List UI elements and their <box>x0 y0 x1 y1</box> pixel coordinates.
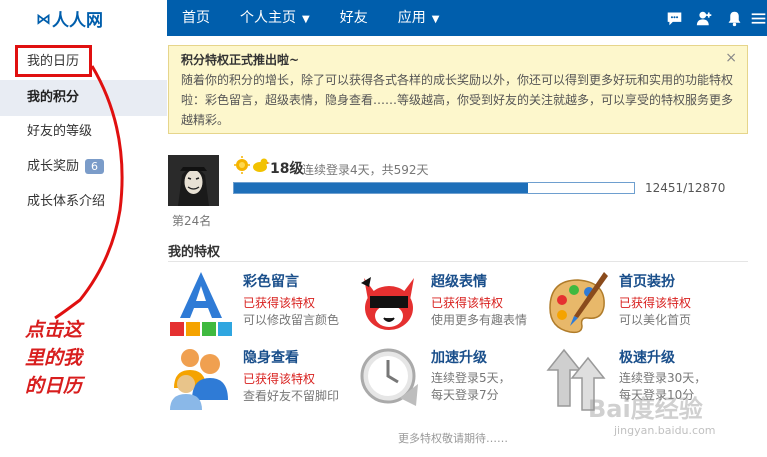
chevron-down-icon: ▼ <box>431 14 440 25</box>
paint-palette-icon <box>544 268 610 338</box>
logo-area[interactable]: ⋈ 人人网 <box>0 0 167 36</box>
privilege-desc: 可以修改留言颜色 <box>243 313 340 327</box>
baidu-watermark-url: jingyan.baidu.com <box>614 424 716 437</box>
menu-icon[interactable] <box>749 0 767 36</box>
logo-text: 人人网 <box>52 11 103 31</box>
privilege-title: 首页装扮 <box>619 274 675 290</box>
sidebar-item-growth-intro[interactable]: 成长体系介绍 <box>0 184 167 220</box>
privilege-colored-message[interactable]: 彩色留言 已获得该特权 可以修改留言颜色 <box>168 268 348 338</box>
sidebar-item-growth-rewards[interactable]: 成长奖励 6 <box>0 149 167 185</box>
level-value: 18级 <box>270 161 304 177</box>
privilege-title: 超级表情 <box>431 274 487 290</box>
privilege-desc: 查看好友不留脚印 <box>243 389 340 403</box>
annotation-text: 点击这 里的我 的日历 <box>25 319 83 397</box>
sidebar-item-my-points[interactable]: 我的积分 <box>0 80 167 116</box>
avatar[interactable] <box>168 155 219 206</box>
privilege-status: 已获得该特权 <box>619 296 692 310</box>
progress-text: 12451/12870 <box>645 181 726 195</box>
letter-a-icon <box>168 268 234 338</box>
more-privileges-text: 更多特权敬请期待…… <box>398 432 508 445</box>
notice-title: 积分特权正式推出啦~ <box>181 53 300 67</box>
rank-label: 第24名 <box>172 214 212 228</box>
level-badge-icon <box>234 156 270 174</box>
privilege-invisible-view[interactable]: 隐身查看 已获得该特权 查看好友不留脚印 <box>168 344 348 414</box>
nav-apps[interactable]: 应用 ▼ <box>383 0 455 36</box>
top-navigation-bar: ⋈ 人人网 首页 个人主页 ▼ 好友 应用 ▼ <box>0 0 767 36</box>
privilege-status: 已获得该特权 <box>431 296 504 310</box>
progress-fill <box>234 183 528 193</box>
divider <box>168 261 748 262</box>
main-nav: 首页 个人主页 ▼ 好友 应用 ▼ <box>167 0 454 36</box>
add-friend-icon[interactable] <box>689 0 719 36</box>
nav-friends[interactable]: 好友 <box>325 0 383 36</box>
users-group-icon <box>168 344 234 414</box>
clock-icon <box>356 344 422 414</box>
privilege-title: 彩色留言 <box>243 274 299 290</box>
header-icons <box>659 0 767 36</box>
privilege-accelerate-upgrade[interactable]: 加速升级 连续登录5天， 每天登录7分 <box>356 344 536 414</box>
chevron-down-icon: ▼ <box>302 14 310 25</box>
nav-profile[interactable]: 个人主页 ▼ <box>225 0 325 36</box>
privilege-title: 隐身查看 <box>243 350 299 366</box>
notification-bell-icon[interactable] <box>719 0 749 36</box>
privilege-title: 极速升级 <box>619 350 675 366</box>
notice-banner: 积分特权正式推出啦~ 随着你的积分的增长，除了可以获得各式各样的成长奖励以外，你… <box>168 45 748 134</box>
privilege-status: 已获得该特权 <box>243 372 316 386</box>
count-badge: 6 <box>85 159 105 174</box>
notice-body: 随着你的积分的增长，除了可以获得各式各样的成长奖励以外，你还可以得到更多好玩和实… <box>181 73 734 127</box>
logo-mark-icon: ⋈ <box>36 9 51 28</box>
close-icon[interactable]: × <box>725 50 737 66</box>
chat-icon[interactable] <box>659 0 689 36</box>
privilege-desc: 连续登录5天， 每天登录7分 <box>431 371 511 402</box>
privilege-desc: 可以美化首页 <box>619 313 692 327</box>
nav-home[interactable]: 首页 <box>167 0 225 36</box>
sidebar-item-friends-level[interactable]: 好友的等级 <box>0 114 167 150</box>
highlight-box <box>15 45 92 77</box>
login-info: 连续登录4天，共592天 <box>302 163 429 177</box>
baidu-watermark: Bai度经验 <box>588 395 703 423</box>
privilege-super-emoticon[interactable]: 超级表情 已获得该特权 使用更多有趣表情 <box>356 268 536 338</box>
privilege-homepage-decoration[interactable]: 首页装扮 已获得该特权 可以美化首页 <box>544 268 724 338</box>
privileges-title: 我的特权 <box>168 245 221 260</box>
privilege-status: 已获得该特权 <box>243 296 316 310</box>
privilege-desc: 使用更多有趣表情 <box>431 313 528 327</box>
renren-logo[interactable]: ⋈ 人人网 <box>36 6 103 32</box>
level-progress-bar <box>233 182 635 194</box>
fox-emoticon-icon <box>356 268 422 338</box>
privilege-title: 加速升级 <box>431 350 487 366</box>
